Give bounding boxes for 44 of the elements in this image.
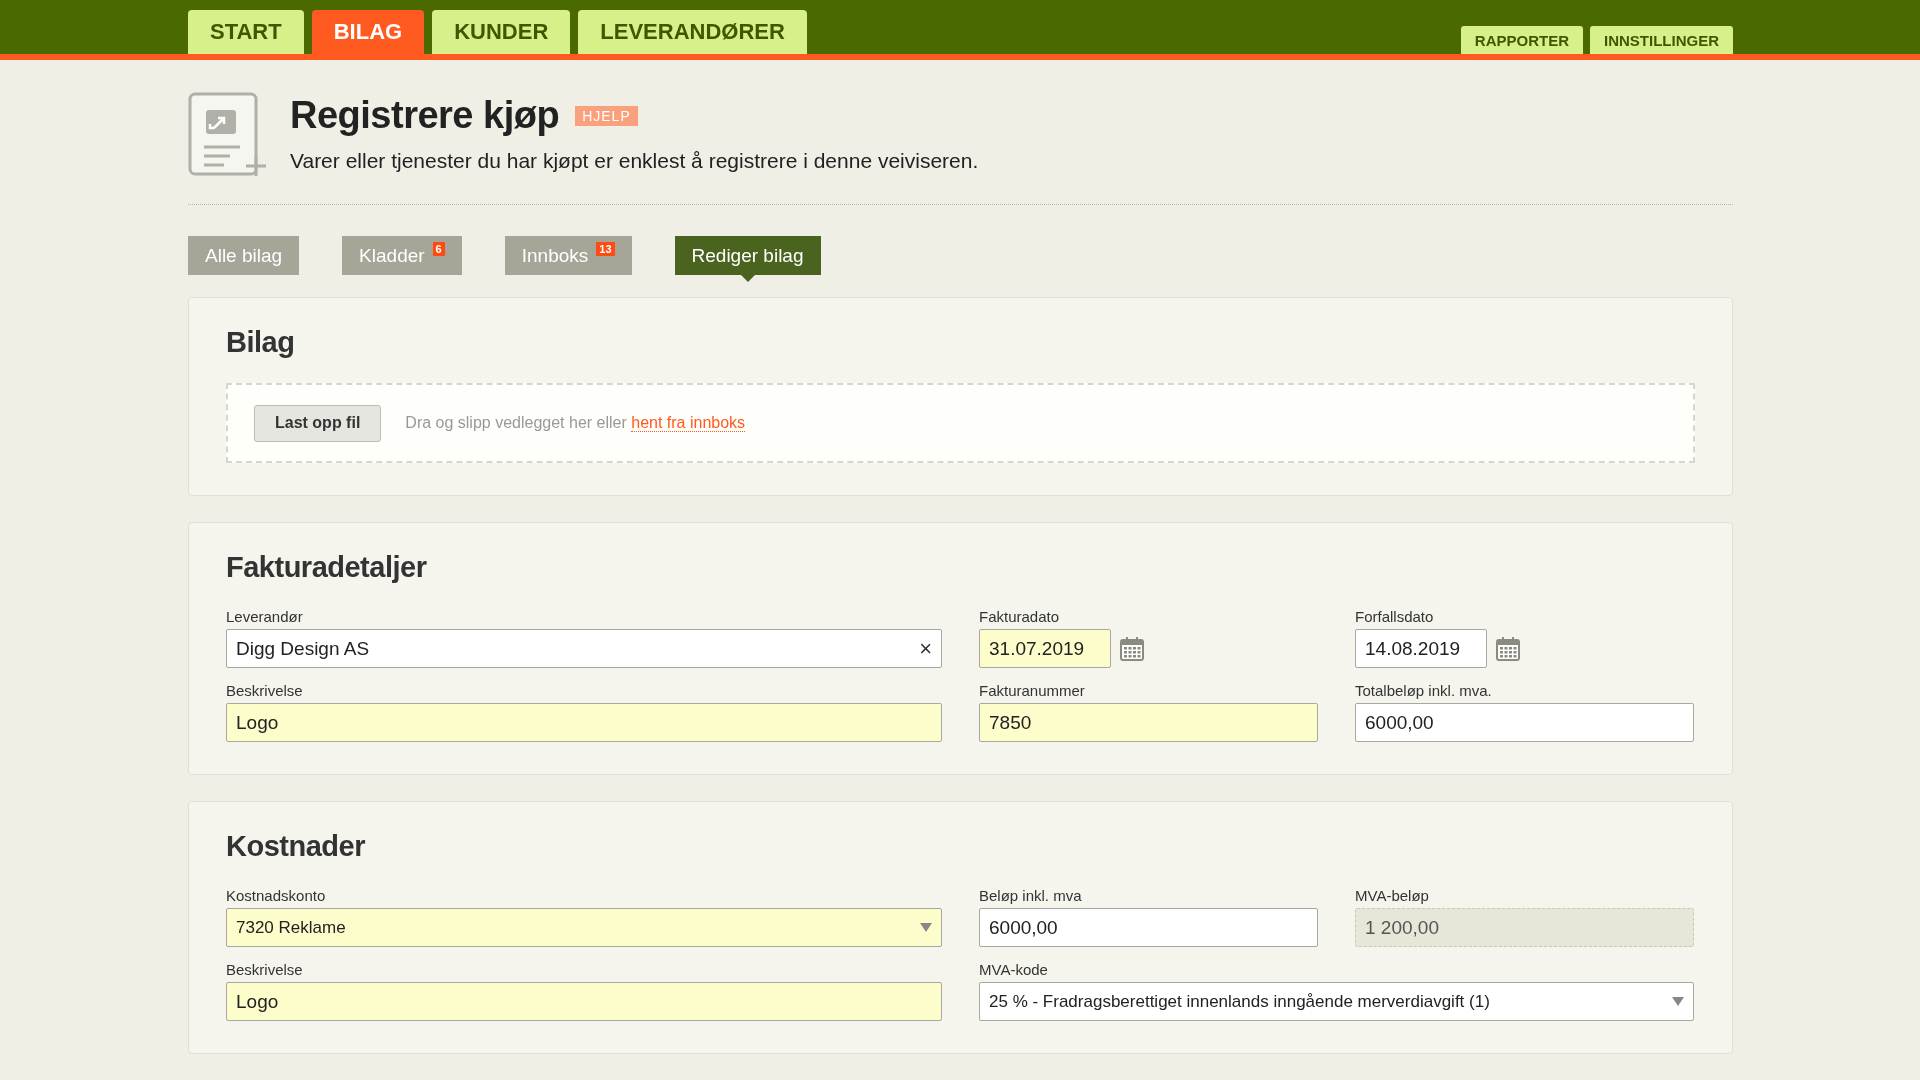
drop-zone[interactable]: Last opp fil Dra og slipp vedlegget her eller hent fra innboks bbox=[226, 383, 1695, 463]
nav-link[interactable]: INNSTILLINGER bbox=[1590, 26, 1733, 54]
field-label: MVA-beløp bbox=[1355, 887, 1430, 904]
input-field[interactable]: 6000,00 bbox=[979, 908, 1318, 947]
input-field[interactable]: 7850 bbox=[979, 703, 1318, 742]
select-field[interactable]: 7320 Reklame bbox=[226, 908, 942, 947]
field-label: Beskrivelse bbox=[226, 682, 304, 699]
field-label: Fakturanummer bbox=[979, 682, 1086, 699]
count-badge: 13 bbox=[596, 242, 615, 256]
readonly-field: 1 200,00 bbox=[1355, 908, 1694, 947]
caret-icon bbox=[1672, 997, 1684, 1006]
date-field[interactable]: 14.08.2019 bbox=[1355, 629, 1487, 668]
supplier-field[interactable]: Digg Design AS × bbox=[226, 629, 942, 668]
input-field[interactable]: 6000,00 bbox=[1355, 703, 1694, 742]
field-label: Totalbeløp inkl. mva. bbox=[1355, 682, 1493, 699]
nav-tab[interactable]: START bbox=[188, 10, 304, 54]
field-label: Fakturadato bbox=[979, 608, 1061, 625]
caret-icon bbox=[920, 923, 932, 932]
page-subtitle: Varer eller tjenester du har kjøpt er enklest å registrere i denne veiviseren. bbox=[290, 149, 979, 173]
input-field[interactable]: Logo bbox=[226, 982, 942, 1021]
count-badge: 6 bbox=[432, 242, 445, 256]
field-label: MVA-kode bbox=[979, 961, 1049, 978]
nav-link[interactable]: RAPPORTER bbox=[1460, 26, 1583, 54]
select-field[interactable]: 25 % - Fradragsberettiget innenlands inngående merverdiavgift (1) bbox=[979, 982, 1694, 1021]
calendar-icon[interactable] bbox=[1119, 635, 1145, 662]
pointer-icon bbox=[740, 275, 755, 282]
section-title: Kostnader bbox=[226, 830, 366, 863]
date-field[interactable]: 31.07.2019 bbox=[979, 629, 1111, 668]
field-label: Forfallsdato bbox=[1355, 608, 1435, 625]
field-label: Leverandør bbox=[226, 608, 304, 625]
field-label: Kostnadskonto bbox=[226, 887, 327, 904]
field-label: Beskrivelse bbox=[226, 961, 304, 978]
field-label: Beløp inkl. mva bbox=[979, 887, 1083, 904]
calendar-icon[interactable] bbox=[1495, 635, 1521, 662]
drop-hint: Dra og slipp vedlegget her eller hent fra innboks bbox=[405, 414, 746, 432]
nav-tab[interactable]: KUNDER bbox=[432, 10, 571, 54]
nav-tab[interactable]: LEVERANDØRER bbox=[578, 10, 807, 54]
page-title: Registrere kjøp bbox=[290, 94, 560, 137]
document-icon bbox=[188, 92, 268, 178]
section-title: Fakturadetaljer bbox=[226, 551, 428, 584]
upload-button[interactable]: Last opp fil bbox=[254, 404, 382, 442]
clear-icon[interactable]: × bbox=[919, 635, 932, 662]
section-title: Bilag bbox=[226, 326, 296, 359]
input-field[interactable]: Logo bbox=[226, 703, 942, 742]
